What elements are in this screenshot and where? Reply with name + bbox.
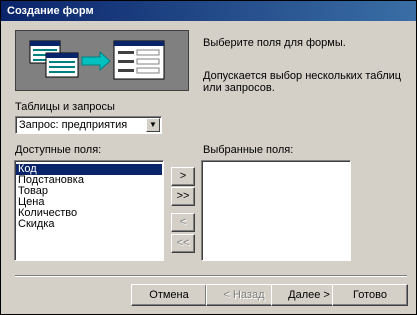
chevron-down-icon[interactable]: ▼ bbox=[146, 118, 160, 132]
tables-queries-value: Запрос: предприятия bbox=[19, 119, 128, 131]
selected-fields-list[interactable] bbox=[201, 160, 351, 261]
tables-to-form-icon bbox=[29, 40, 165, 80]
tables-queries-label: Таблицы и запросы bbox=[15, 101, 115, 113]
form-wizard-dialog: Создание форм Выберите поля для формы. Д… bbox=[0, 0, 417, 315]
cancel-button[interactable]: Отмена bbox=[131, 284, 207, 306]
footer-divider bbox=[15, 275, 407, 277]
available-fields-list[interactable]: Код Подстановка Товар Цена Количество Ск… bbox=[14, 160, 164, 261]
available-fields-label: Доступные поля: bbox=[15, 144, 102, 156]
title-bar[interactable]: Создание форм bbox=[1, 1, 416, 21]
finish-button[interactable]: Готово bbox=[332, 284, 408, 306]
instruction-note: Допускается выбор нескольких таблиц или … bbox=[203, 70, 402, 94]
remove-field-button[interactable]: < bbox=[171, 213, 195, 232]
tables-queries-select[interactable]: Запрос: предприятия ▼ bbox=[15, 116, 162, 134]
add-all-fields-button[interactable]: >> bbox=[171, 187, 195, 206]
remove-all-fields-button[interactable]: << bbox=[171, 234, 195, 253]
wizard-illustration bbox=[15, 30, 189, 91]
selected-fields-label: Выбранные поля: bbox=[203, 144, 294, 156]
window-title: Создание форм bbox=[7, 5, 94, 17]
instruction-text: Выберите поля для формы. bbox=[203, 37, 346, 49]
list-item[interactable]: Скидка bbox=[16, 219, 162, 230]
add-field-button[interactable]: > bbox=[171, 167, 195, 186]
